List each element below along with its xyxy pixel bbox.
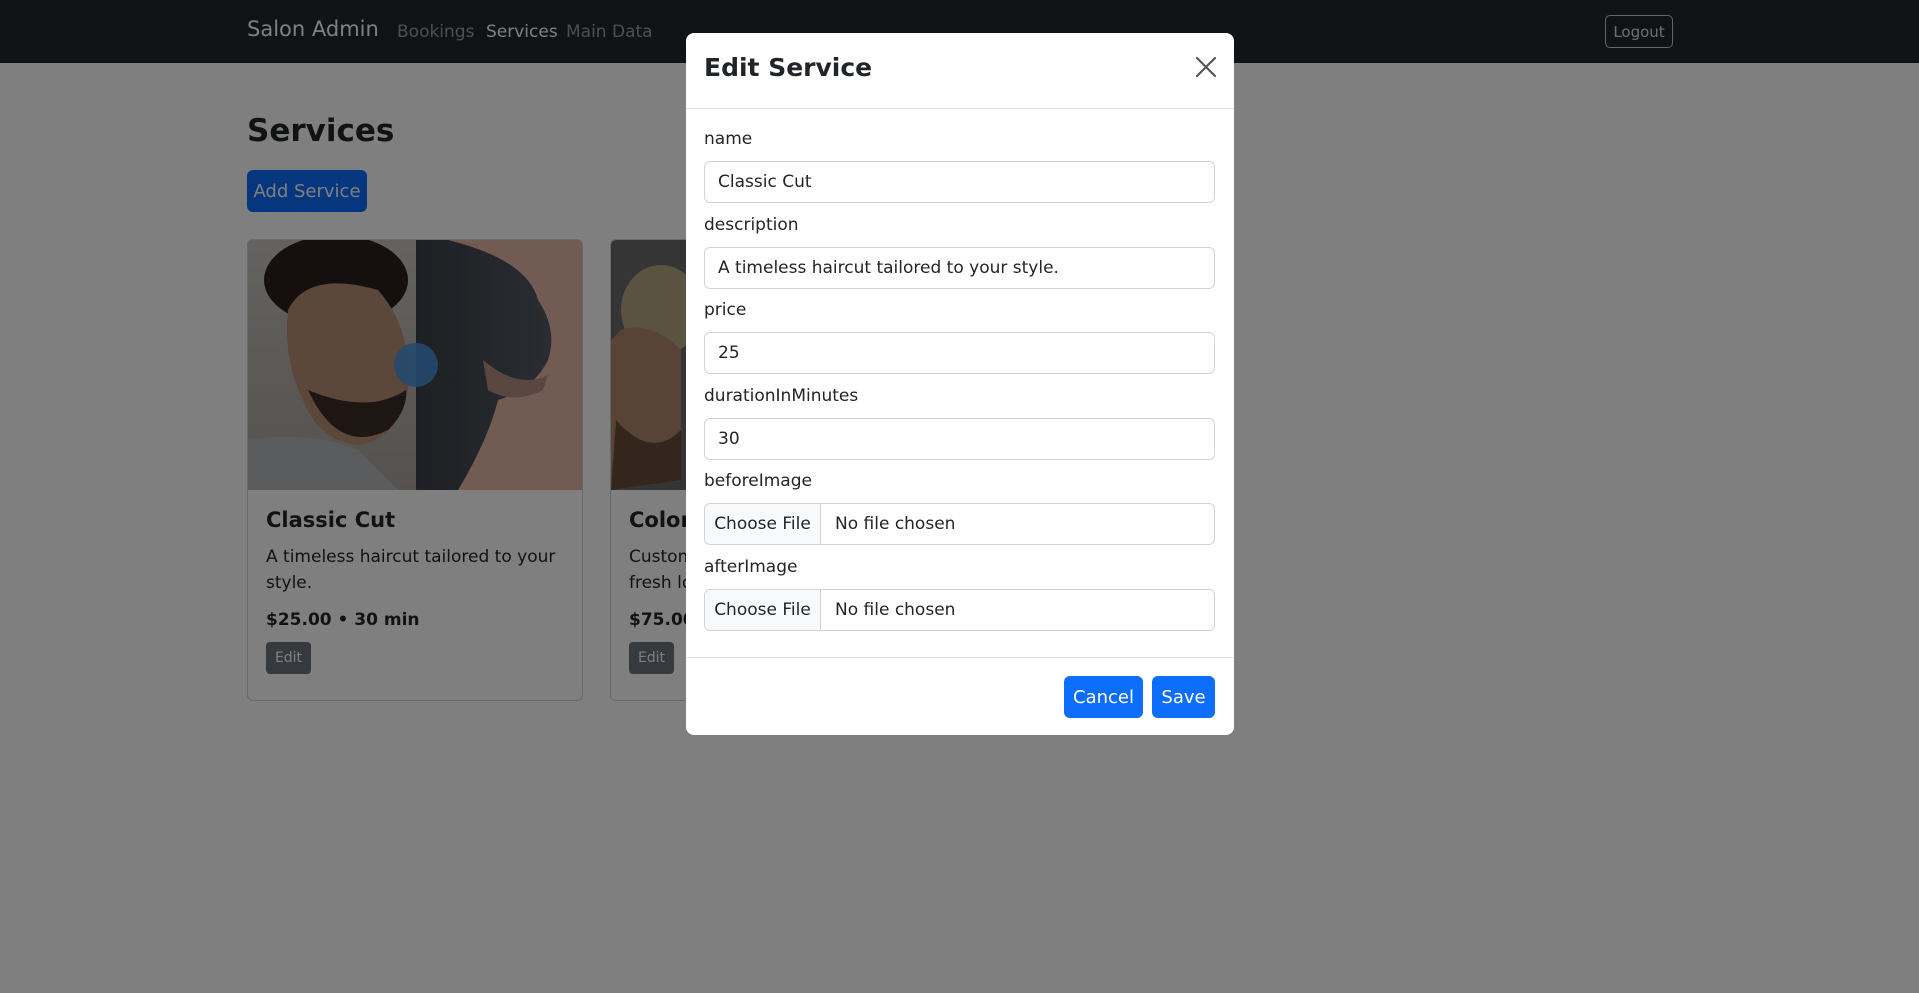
duration-input[interactable] (704, 418, 1215, 460)
modal-footer: Cancel Save (686, 657, 1234, 735)
close-icon (1195, 56, 1217, 78)
choose-file-button[interactable]: Choose File (705, 504, 821, 544)
before-image-label: beforeImage (704, 471, 812, 491)
cancel-button[interactable]: Cancel (1064, 676, 1143, 718)
after-image-label: afterImage (704, 557, 798, 577)
edit-service-modal: Edit Service name description price dura… (686, 33, 1234, 735)
choose-file-button[interactable]: Choose File (705, 590, 821, 630)
description-label: description (704, 215, 799, 235)
price-label: price (704, 300, 747, 320)
name-label: name (704, 129, 753, 149)
name-input[interactable] (704, 161, 1215, 203)
close-button[interactable] (1194, 55, 1218, 79)
duration-label: durationInMinutes (704, 386, 859, 406)
price-input[interactable] (704, 332, 1215, 374)
description-input[interactable] (704, 247, 1215, 289)
modal-header: Edit Service (686, 33, 1234, 109)
after-image-file-input[interactable]: Choose File No file chosen (704, 589, 1215, 631)
file-status: No file chosen (835, 514, 956, 534)
before-image-file-input[interactable]: Choose File No file chosen (704, 503, 1215, 545)
modal-title: Edit Service (704, 53, 873, 82)
save-button[interactable]: Save (1152, 676, 1215, 718)
file-status: No file chosen (835, 600, 956, 620)
